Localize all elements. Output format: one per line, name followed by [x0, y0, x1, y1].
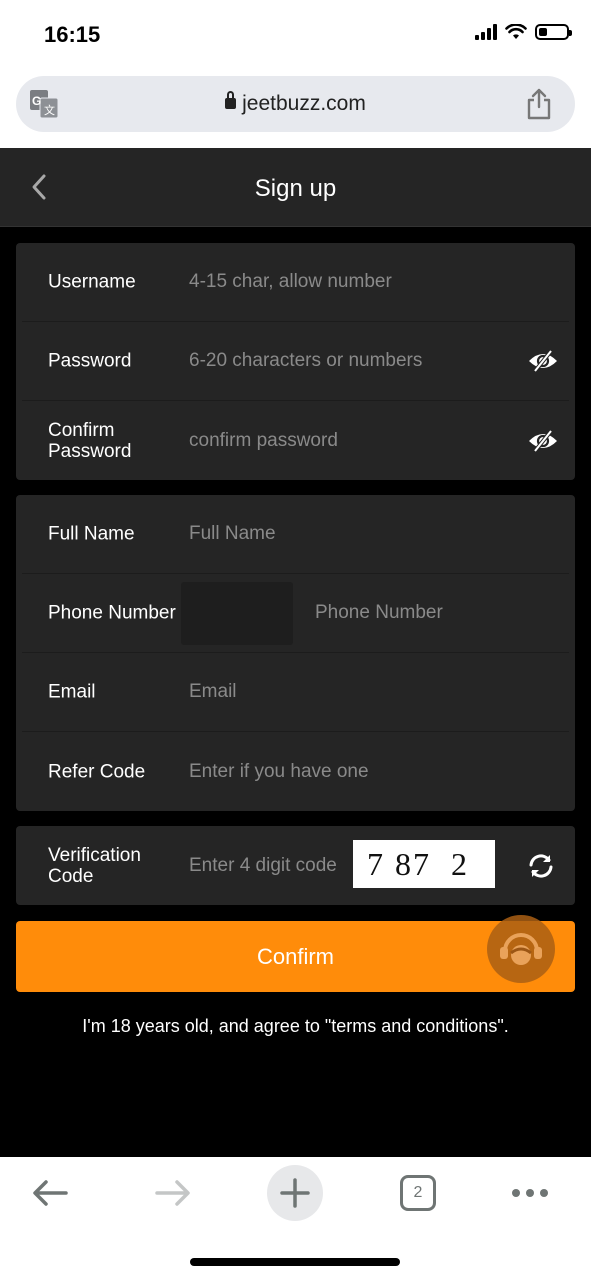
full-name-label: Full Name: [48, 523, 135, 545]
lock-icon: [225, 91, 237, 109]
captcha-image: 7 87 2: [353, 840, 495, 888]
account-section: Username Password Confirm Password: [16, 243, 575, 480]
phone-label: Phone Number: [48, 602, 176, 624]
eye-slash-icon[interactable]: [527, 349, 559, 373]
password-label: Password: [48, 350, 132, 372]
home-indicator: [190, 1258, 400, 1266]
url-text: jeetbuzz.com: [242, 92, 366, 115]
more-menu-button[interactable]: [502, 1165, 558, 1221]
confirm-password-row: Confirm Password: [22, 401, 569, 480]
phone-input[interactable]: [315, 602, 591, 624]
verification-row: Verification Code 7 87 2: [22, 826, 569, 905]
password-input[interactable]: [189, 350, 489, 372]
verification-section: Verification Code 7 87 2: [16, 826, 575, 905]
verification-input[interactable]: [189, 854, 359, 877]
ellipsis-icon: [512, 1189, 548, 1197]
country-code-select[interactable]: [181, 582, 293, 645]
confirm-password-input[interactable]: [189, 429, 489, 452]
battery-icon: [535, 24, 572, 40]
password-row: Password: [22, 322, 569, 401]
app-header: Sign up: [0, 148, 591, 227]
refresh-icon[interactable]: [527, 852, 555, 880]
status-icons: [475, 24, 572, 40]
full-name-input[interactable]: [189, 523, 489, 545]
full-name-row: Full Name: [22, 495, 569, 574]
confirm-password-label: Confirm Password: [48, 419, 132, 462]
new-tab-button[interactable]: [267, 1165, 323, 1221]
browser-top-bar: G 文 jeetbuzz.com: [0, 72, 591, 148]
refer-code-row: Refer Code: [22, 732, 569, 811]
wifi-icon: [505, 24, 527, 39]
customer-support-button[interactable]: [487, 915, 555, 983]
browser-back-button[interactable]: [22, 1165, 78, 1221]
eye-slash-icon[interactable]: [527, 429, 559, 453]
refer-code-input[interactable]: [189, 760, 489, 783]
plus-icon: [280, 1178, 310, 1208]
status-time: 16:15: [44, 22, 101, 47]
customer-support-icon: [500, 933, 542, 965]
tab-switcher-button[interactable]: 2: [390, 1165, 446, 1221]
url-display[interactable]: jeetbuzz.com: [16, 91, 575, 116]
page-title: Sign up: [254, 175, 337, 202]
phone-row: Phone Number: [22, 574, 591, 653]
browser-forward-button[interactable]: [145, 1165, 201, 1221]
tab-count: 2: [400, 1175, 436, 1211]
username-input[interactable]: [189, 271, 489, 293]
url-bar[interactable]: G 文 jeetbuzz.com: [16, 76, 575, 132]
email-row: Email: [22, 653, 569, 732]
profile-section: Full Name Phone Number Email Refer Code: [16, 495, 591, 811]
share-icon[interactable]: [525, 88, 553, 120]
verification-label: Verification Code: [48, 844, 141, 887]
refer-code-label: Refer Code: [48, 761, 146, 782]
arrow-left-icon: [33, 1180, 68, 1206]
email-label: Email: [48, 681, 96, 703]
arrow-right-icon: [155, 1180, 190, 1206]
username-row: Username: [22, 243, 569, 322]
terms-text[interactable]: I'm 18 years old, and agree to "terms an…: [0, 1016, 591, 1037]
email-input[interactable]: [189, 681, 489, 703]
status-bar: 16:15: [0, 0, 591, 72]
cellular-signal-icon: [475, 24, 497, 40]
username-label: Username: [48, 271, 136, 293]
